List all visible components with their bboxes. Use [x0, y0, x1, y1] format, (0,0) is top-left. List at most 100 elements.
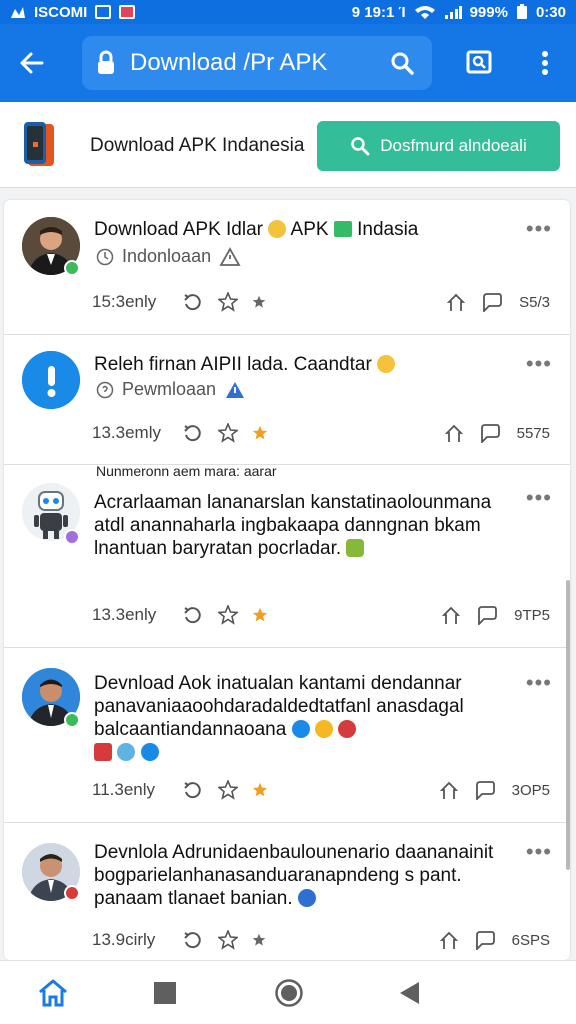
more-options-button[interactable]: ••• — [526, 351, 552, 377]
post-count: 6SPS — [511, 931, 550, 949]
post-time: 11.3enly — [92, 780, 156, 799]
search-icon — [351, 137, 370, 156]
status-badge — [64, 529, 80, 545]
scrollbar[interactable] — [566, 580, 570, 870]
feed: Download APK Idlar APK Indasia Indonloaa… — [4, 200, 570, 960]
app-logo-icon — [24, 122, 54, 166]
comment-icon[interactable] — [474, 930, 496, 950]
post-sub-text: Pewmloaan — [122, 379, 217, 399]
refresh-icon[interactable] — [182, 605, 204, 625]
back-nav-button[interactable] — [389, 975, 429, 1011]
emoji-icon — [346, 539, 365, 557]
status-icons-text: 9 19:1 Ί — [351, 3, 406, 21]
post-item[interactable]: Devnload Aok inatualan kantami dendannar… — [4, 648, 570, 823]
post-count: 9TP5 — [514, 606, 550, 624]
more-options-button[interactable]: ••• — [526, 839, 552, 865]
emoji-icon — [291, 720, 310, 738]
share-icon[interactable] — [439, 930, 458, 950]
url-bar[interactable]: Download /Pr APK — [82, 36, 432, 90]
recents-nav-button[interactable] — [145, 975, 185, 1011]
bookmark-search-icon — [466, 50, 492, 74]
post-time: 15:3enly — [92, 292, 157, 311]
battery-text: 999% — [469, 3, 508, 21]
comment-icon[interactable] — [474, 780, 496, 800]
post-count: 3OP5 — [511, 781, 550, 799]
emoji-icon — [117, 743, 136, 761]
back-triangle-icon — [400, 982, 419, 1004]
arrow-left-icon — [20, 52, 44, 74]
menu-button[interactable] — [524, 42, 566, 84]
post-item[interactable]: Devnlola Adrunidaenbaulounenario daanana… — [4, 823, 570, 960]
star-outline-icon[interactable] — [218, 605, 238, 625]
smile-emoji-icon — [377, 355, 396, 373]
verified-badge — [64, 260, 80, 276]
post-snippet: Nunmeronn aem mara: aarar — [96, 463, 277, 479]
post-title: Devnlola Adrunidaenbaulounenario daanana… — [94, 841, 520, 910]
post-title: Devnload Aok inatualan kantami dendannar… — [94, 672, 520, 764]
more-vert-icon — [542, 51, 548, 75]
share-icon[interactable] — [444, 423, 463, 443]
app-notification-icon — [119, 5, 136, 19]
refresh-icon[interactable] — [182, 930, 204, 950]
info-icon — [22, 351, 80, 409]
warning-icon — [219, 246, 241, 266]
post-title-suffix: APK — [290, 219, 329, 240]
verified-badge — [64, 712, 80, 728]
star-icon — [252, 295, 266, 308]
emoji-icon — [297, 889, 316, 907]
emoji-icon — [140, 743, 159, 761]
post-title-tail: Indasia — [357, 219, 419, 240]
star-outline-icon[interactable] — [218, 930, 238, 950]
more-options-button[interactable]: ••• — [526, 216, 552, 242]
carrier-text: ISCOMI — [34, 3, 88, 21]
post-title-text: Acrarlaaman lananarslan kanstatinaolounm… — [94, 492, 492, 559]
notification-icon — [11, 7, 25, 18]
home-nav-button[interactable] — [33, 975, 73, 1011]
banner-download-button[interactable]: Dosfmurd alndoeali — [317, 121, 560, 171]
more-options-button[interactable]: ••• — [526, 485, 552, 511]
post-title: Download APK Idlar APK Indasia — [94, 218, 520, 241]
emoji-icon — [94, 743, 112, 761]
star-icon — [252, 607, 268, 622]
emoji-icon — [338, 720, 357, 738]
clock-icon — [96, 248, 114, 265]
banner-button-label: Dosfmurd alndoeali — [380, 136, 527, 155]
post-item[interactable]: Download APK Idlar APK Indasia Indonloaa… — [4, 200, 570, 335]
star-outline-icon[interactable] — [218, 780, 238, 800]
share-icon[interactable] — [447, 292, 466, 312]
app-bar: Download /Pr APK — [0, 24, 576, 102]
back-button[interactable] — [0, 24, 64, 102]
share-icon[interactable] — [439, 780, 458, 800]
post-title: Acrarlaaman lananarslan kanstatinaolounm… — [94, 491, 520, 560]
refresh-icon[interactable] — [182, 780, 204, 800]
home-icon — [39, 979, 67, 1007]
post-title: Releh firnan AIPII lada. Caandtar — [94, 353, 520, 376]
comment-icon[interactable] — [481, 292, 503, 312]
home-circle-icon — [275, 979, 303, 1007]
post-meta: 13.3enly 9TP5 — [92, 603, 550, 627]
recents-square-icon — [154, 982, 176, 1004]
refresh-icon[interactable] — [182, 423, 204, 443]
post-sub-text: Indonloaan — [122, 246, 212, 266]
post-time: 13.9cirly — [92, 930, 156, 949]
bookmark-button[interactable] — [458, 42, 500, 84]
comment-icon[interactable] — [479, 423, 501, 443]
post-count: S5/3 — [519, 293, 550, 311]
comment-icon[interactable] — [476, 605, 498, 625]
post-meta: 11.3enly 3OP5 — [92, 778, 550, 802]
post-item[interactable]: Nunmeronn aem mara: aarar Acrarlaaman la… — [4, 463, 570, 648]
home-circle-button[interactable] — [269, 975, 309, 1011]
refresh-icon[interactable] — [182, 292, 204, 312]
more-options-button[interactable]: ••• — [526, 670, 552, 696]
post-meta: 13.3emly 5575 — [92, 421, 550, 445]
search-button[interactable] — [381, 42, 423, 84]
share-icon[interactable] — [442, 605, 461, 625]
app-banner: Download APK Indanesia Dosfmurd alndoeal… — [0, 102, 576, 188]
avatar[interactable] — [22, 351, 80, 409]
star-outline-icon[interactable] — [218, 292, 238, 312]
post-item[interactable]: Releh firnan AIPII lada. Caandtar Pewmlo… — [4, 335, 570, 465]
post-meta: 15:3enly S5/3 — [92, 290, 550, 314]
star-outline-icon[interactable] — [218, 423, 238, 443]
question-circle-icon — [96, 381, 114, 398]
battery-icon — [516, 4, 527, 19]
